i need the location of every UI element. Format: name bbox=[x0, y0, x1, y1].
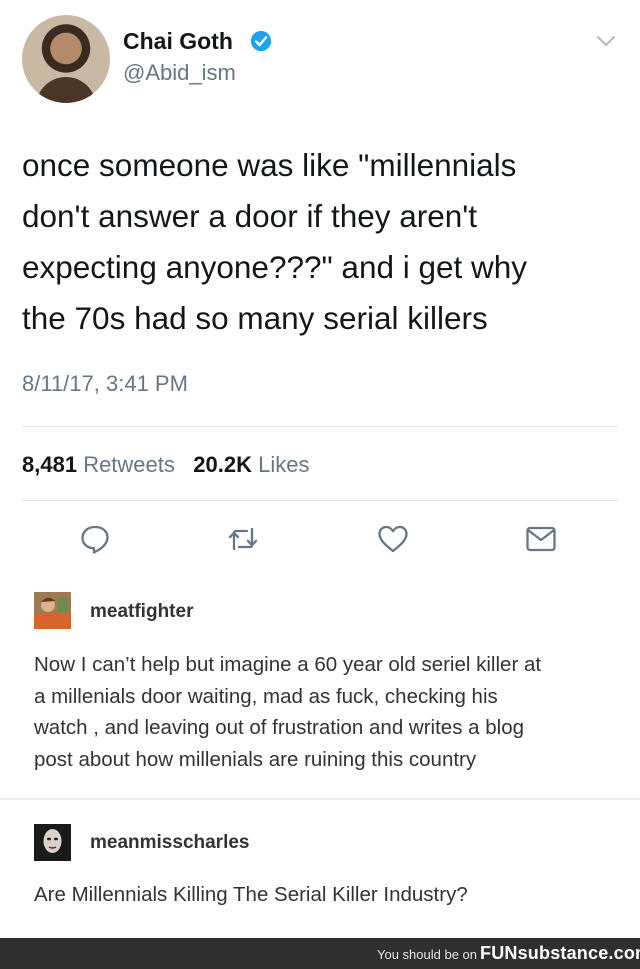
post-username[interactable]: meanmisscharles bbox=[90, 832, 250, 854]
retweet-count[interactable]: 8,481 bbox=[22, 452, 77, 477]
tweet-timestamp[interactable]: 8/11/17, 3:41 PM bbox=[22, 371, 188, 397]
post-username[interactable]: meatfighter bbox=[90, 601, 193, 623]
tweet-card: Chai Goth @Abid_ism once someone was lik… bbox=[0, 0, 640, 580]
divider bbox=[22, 500, 618, 501]
like-icon[interactable] bbox=[376, 522, 410, 556]
comment-post: meanmisscharles Are Millennials Killing … bbox=[0, 800, 640, 937]
post-body-line: watch , and leaving out of frustration a… bbox=[34, 716, 525, 739]
tweet-text: once someone was like "millennials don't… bbox=[22, 140, 622, 344]
tweet-stats: 8,481 Retweets 20.2K Likes bbox=[22, 452, 309, 478]
post-body-line: Now I can’t help but imagine a 60 year o… bbox=[34, 653, 542, 676]
tweet-text-line: once someone was like "millennials bbox=[22, 147, 517, 183]
like-label[interactable]: Likes bbox=[258, 452, 309, 477]
chevron-down-icon[interactable] bbox=[596, 34, 616, 48]
divider bbox=[22, 426, 618, 427]
verified-badge-icon bbox=[250, 30, 272, 52]
message-icon[interactable] bbox=[524, 522, 558, 556]
user-handle[interactable]: @Abid_ism bbox=[123, 60, 236, 86]
post-body-line: Are Millennials Killing The Serial Kille… bbox=[34, 883, 468, 906]
post-avatar[interactable] bbox=[34, 592, 71, 629]
watermark-bar: You should be on FUNsubstance.com bbox=[0, 938, 640, 969]
post-body-line: post about how millenials are ruining th… bbox=[34, 747, 477, 771]
post-body: Now I can’t help but imagine a 60 year o… bbox=[34, 649, 624, 775]
like-count[interactable]: 20.2K bbox=[193, 452, 252, 477]
watermark-prefix: You should be on bbox=[377, 947, 478, 962]
retweet-label[interactable]: Retweets bbox=[83, 452, 175, 477]
tweet-text-line: the 70s had so many serial killers bbox=[22, 300, 488, 336]
user-avatar[interactable] bbox=[22, 15, 110, 103]
tweet-text-line: expecting anyone???" and i get why bbox=[22, 249, 528, 285]
reply-icon[interactable] bbox=[78, 522, 112, 556]
post-body-line: a millenials door waiting, mad as fuck, … bbox=[34, 684, 498, 708]
display-name[interactable]: Chai Goth bbox=[123, 28, 233, 55]
post-avatar[interactable] bbox=[34, 824, 71, 861]
post-body: Are Millennials Killing The Serial Kille… bbox=[34, 879, 624, 911]
tweet-text-line: don't answer a door if they aren't bbox=[22, 198, 478, 234]
retweet-icon[interactable] bbox=[226, 522, 260, 556]
watermark-brand[interactable]: FUNsubstance.com bbox=[480, 943, 640, 964]
comment-post: meatfighter Now I can’t help but imagine… bbox=[0, 580, 640, 798]
